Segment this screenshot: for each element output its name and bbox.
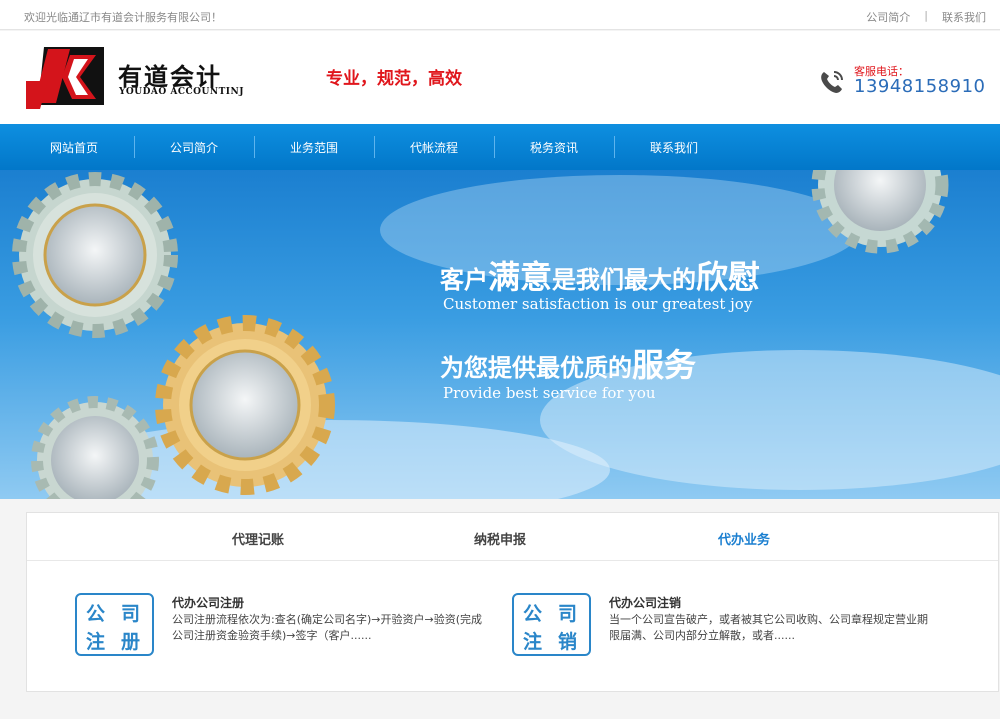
banner-gears-illustration [12, 170, 1000, 499]
nav-item-tax-news[interactable]: 税务资讯 [494, 124, 614, 170]
nav-item-home[interactable]: 网站首页 [14, 124, 134, 170]
nav-item-contact[interactable]: 联系我们 [614, 124, 734, 170]
banner-headline-2-part-b: 服务 [632, 346, 697, 384]
services-tabs: 代理记账 纳税申报 代办业务 [27, 513, 998, 561]
services-panel: 代理记账 纳税申报 代办业务 公 司 注 册 代办公司注册 公司注册流程依次为:… [26, 512, 999, 692]
slogan: 专业，规范，高效 [326, 69, 462, 89]
top-links: 公司简介 | 联系我们 [866, 9, 986, 25]
banner-subline-2: Provide best service for you [443, 384, 656, 402]
badge-char: 公 [86, 603, 106, 625]
service-item-deregistration[interactable]: 公 司 注 销 代办公司注销 当一个公司宣告破产，或者被其它公司收购、公司章程规… [512, 593, 942, 663]
banner-subline-1: Customer satisfaction is our greatest jo… [443, 295, 753, 313]
site-header: 有道会计 YOUDAO ACCOUNTINJ 专业，规范，高效 客服电话： 13… [0, 31, 1000, 124]
tab-agency-services[interactable]: 代办业务 [718, 529, 770, 548]
banner-headline-1-part-b: 满意 [488, 258, 553, 296]
badge-char: 销 [558, 631, 578, 653]
service-description: 公司注册流程依次为:查名(确定公司名字)→开验资户→验资(完成公司注册资金验资手… [172, 613, 483, 642]
nav-item-bookkeeping-process[interactable]: 代帐流程 [374, 124, 494, 170]
logo-mark-icon[interactable] [26, 45, 106, 111]
tab-bookkeeping[interactable]: 代理记账 [232, 529, 284, 548]
banner-headline-2-part-a: 为您提供最优质的 [440, 353, 632, 382]
top-link-contact[interactable]: 联系我们 [942, 9, 986, 25]
banner-headline-1: 客户满意是我们最大的欣慰 [440, 252, 760, 298]
service-description: 当一个公司宣告破产，或者被其它公司收购、公司章程规定营业期限届满、公司内部分立解… [609, 613, 928, 642]
logo-name-en: YOUDAO ACCOUNTINJ [119, 87, 244, 97]
phone-icon [821, 71, 843, 93]
nav-item-about[interactable]: 公司简介 [134, 124, 254, 170]
hero-banner[interactable]: 客户满意是我们最大的欣慰 Customer satisfaction is ou… [0, 170, 1000, 499]
badge-char: 公 [523, 603, 543, 625]
top-link-about[interactable]: 公司简介 [866, 9, 910, 25]
registration-badge-icon: 公 司 注 册 [75, 593, 154, 656]
service-title[interactable]: 代办公司注销 [609, 594, 681, 611]
top-link-separator: | [924, 9, 928, 22]
service-title[interactable]: 代办公司注册 [172, 594, 244, 611]
nav-item-business-scope[interactable]: 业务范围 [254, 124, 374, 170]
phone-number[interactable]: 13948158910 [854, 76, 985, 97]
badge-char: 司 [121, 603, 141, 625]
top-bar: 欢迎光临通辽市有道会计服务有限公司！ 公司简介 | 联系我们 [0, 0, 1000, 30]
banner-headline-1-part-a: 客户 [440, 265, 488, 294]
banner-headline-2: 为您提供最优质的服务 [440, 340, 696, 386]
badge-char: 注 [86, 631, 106, 653]
banner-headline-1-part-c: 是我们最大的 [552, 265, 697, 294]
main-nav: 网站首页 公司简介 业务范围 代帐流程 税务资讯 联系我们 [0, 124, 1000, 170]
welcome-text: 欢迎光临通辽市有道会计服务有限公司！ [24, 11, 222, 24]
banner-headline-1-part-d: 欣慰 [696, 258, 761, 296]
tab-tax-filing[interactable]: 纳税申报 [474, 529, 526, 548]
badge-char: 册 [121, 631, 141, 653]
deregistration-badge-icon: 公 司 注 销 [512, 593, 591, 656]
service-item-registration[interactable]: 公 司 注 册 代办公司注册 公司注册流程依次为:查名(确定公司名字)→开验资户… [75, 593, 505, 663]
badge-char: 司 [558, 603, 578, 625]
badge-char: 注 [523, 631, 543, 653]
